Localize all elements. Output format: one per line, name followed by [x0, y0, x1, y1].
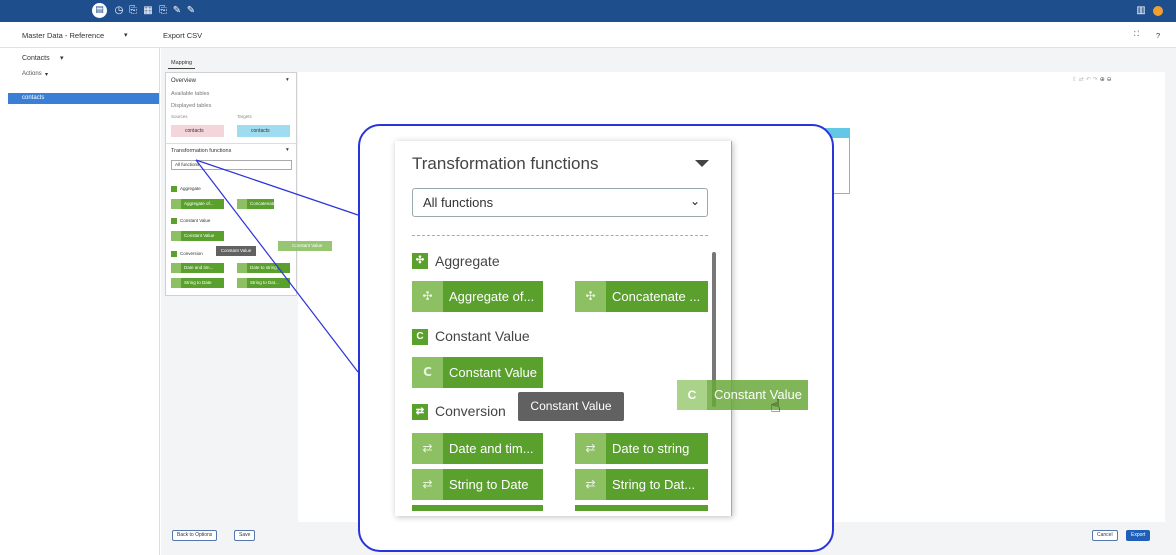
category-constant-value: Constant Value	[435, 328, 530, 344]
calendar-icon[interactable]: ▦	[142, 4, 154, 17]
wrench-icon[interactable]: ✎	[185, 4, 197, 17]
function-string-to-date-2-small[interactable]: String to Dat...	[237, 278, 290, 288]
function-label: Aggregate of...	[449, 289, 535, 304]
clock-icon[interactable]: ◷	[113, 4, 125, 17]
document-icon[interactable]: ⎘	[127, 4, 139, 17]
tab-mapping[interactable]: Mapping	[168, 58, 196, 69]
function-date-to-string-small[interactable]: Date to string	[237, 263, 290, 273]
function-label: Date and tim...	[449, 441, 534, 456]
app-title-chevron-icon[interactable]: ▾	[124, 31, 128, 39]
conversion-icon: ⇄	[575, 469, 606, 500]
conversion-icon: ⇄	[412, 404, 428, 420]
function-label: Constant Value	[449, 365, 537, 380]
category-conversion: Conversion	[435, 403, 506, 419]
aggregate-icon: ✣	[412, 281, 443, 312]
pin-icon[interactable]: ✎	[171, 4, 183, 17]
function-concatenate-small[interactable]: Concatenate	[237, 199, 274, 209]
actions-chevron-icon[interactable]: ▾	[45, 71, 48, 78]
save-button[interactable]: Save	[234, 530, 256, 541]
page-header: Master Data - Reference ▾ Export CSV ⛶ ?	[0, 22, 1176, 48]
category-aggregate: Aggregate	[435, 253, 500, 269]
constant-icon: C	[677, 380, 707, 410]
transformation-collapse-icon-small[interactable]: ▾	[286, 147, 289, 153]
function-date-time-small[interactable]: Date and tim...	[171, 263, 224, 273]
cancel-button[interactable]: Cancel	[1092, 530, 1118, 541]
function-date-and-time[interactable]: ⇄ Date and tim...	[412, 433, 543, 464]
conversion-icon	[171, 251, 177, 257]
conversion-icon: ⇄	[412, 433, 443, 464]
app-title: Master Data - Reference	[22, 31, 105, 40]
aggregate-icon: ✣	[575, 281, 606, 312]
function-filter-select-small[interactable]: All functions	[171, 160, 292, 170]
function-label: String to Dat...	[612, 477, 696, 492]
function-label: Date to string	[612, 441, 690, 456]
canvas-toolbar-icons[interactable]: ⇧ ⇄ ↶ ↷ ⊕ ⊖	[1072, 76, 1112, 83]
tooltip-small: Constant Value	[216, 246, 256, 256]
dragged-function-item[interactable]: C Constant Value	[677, 380, 808, 410]
constant-icon: C	[412, 329, 428, 345]
conversion-icon: ⇄	[412, 469, 443, 500]
constant-icon	[171, 218, 177, 224]
tooltip: Constant Value	[518, 392, 624, 421]
sidebar-item-contacts[interactable]: contacts	[8, 93, 159, 104]
tools-panel: Overview ▾ Available tables Displayed ta…	[165, 72, 298, 296]
function-partial-row	[575, 505, 708, 511]
function-string-to-date-2[interactable]: ⇄ String to Dat...	[575, 469, 708, 500]
function-constant-value[interactable]: C Constant Value	[412, 357, 543, 388]
fullscreen-icon[interactable]: ⛶	[1134, 31, 1139, 39]
category-constant-small: Constant Value	[180, 218, 211, 223]
select-chevron-icon[interactable]: ⌄	[690, 194, 700, 208]
function-label: String to Date	[449, 477, 529, 492]
function-concatenate[interactable]: ✣ Concatenate ...	[575, 281, 708, 312]
top-navigation-bar: ▤ ◷ ⎘ ▦ ⎘ ✎ ✎ ▥	[0, 0, 1176, 22]
source-table-chip[interactable]: contacts	[171, 125, 224, 137]
help-icon[interactable]: ?	[1156, 31, 1160, 40]
category-aggregate-small: Aggregate	[180, 186, 201, 191]
aggregate-icon: ✣	[412, 253, 428, 269]
available-tables-link[interactable]: Available tables	[171, 91, 209, 97]
panel-divider	[166, 143, 298, 144]
function-partial-row	[412, 505, 543, 511]
function-string-to-date[interactable]: ⇄ String to Date	[412, 469, 543, 500]
collapse-caret-icon[interactable]	[695, 160, 709, 167]
function-string-to-date-small[interactable]: String to Date	[171, 278, 224, 288]
function-label: Concatenate ...	[612, 289, 701, 304]
function-aggregate-of[interactable]: ✣ Aggregate of...	[412, 281, 543, 312]
overview-collapse-icon[interactable]: ▾	[286, 77, 289, 83]
overview-title: Overview	[171, 78, 197, 84]
actions-menu[interactable]: Actions	[22, 71, 42, 77]
function-date-to-string[interactable]: ⇄ Date to string	[575, 433, 708, 464]
function-constant-small[interactable]: Constant Value	[171, 231, 224, 241]
user-avatar-icon[interactable]	[1153, 6, 1163, 16]
aggregate-icon	[171, 186, 177, 192]
targets-label: Targets	[237, 114, 252, 119]
sources-label: Sources	[171, 114, 188, 119]
apps-icon[interactable]: ▥	[1135, 4, 1147, 17]
back-to-options-button[interactable]: Back to Options	[172, 530, 218, 541]
dragged-item-small[interactable]: Constant Value	[278, 241, 332, 251]
left-sidebar: Contacts ▾ Actions ▾ contacts	[0, 48, 160, 555]
sidebar-title-chevron-icon[interactable]: ▾	[60, 54, 64, 62]
copy-icon[interactable]: ⎘	[157, 4, 169, 17]
conversion-icon: ⇄	[575, 433, 606, 464]
home-icon[interactable]: ▤	[92, 3, 107, 18]
dragged-item-label: Constant Value	[714, 387, 802, 402]
constant-icon: C	[412, 357, 443, 388]
function-filter-select[interactable]: All functions	[412, 188, 708, 217]
page-title: Export CSV	[163, 31, 203, 40]
transformation-title-small: Transformation functions	[171, 148, 232, 154]
target-table-chip[interactable]: contacts	[237, 125, 290, 137]
displayed-tables-link[interactable]: Displayed tables	[171, 103, 211, 109]
export-button[interactable]: Export	[1126, 530, 1151, 541]
sidebar-title: Contacts	[22, 55, 50, 62]
dashed-divider	[412, 235, 708, 236]
drag-cursor-icon: ☝	[770, 396, 781, 417]
function-aggregate-small[interactable]: Aggregate of...	[171, 199, 224, 209]
transformation-title: Transformation functions	[412, 154, 599, 173]
category-conversion-small: Conversion	[180, 251, 203, 256]
